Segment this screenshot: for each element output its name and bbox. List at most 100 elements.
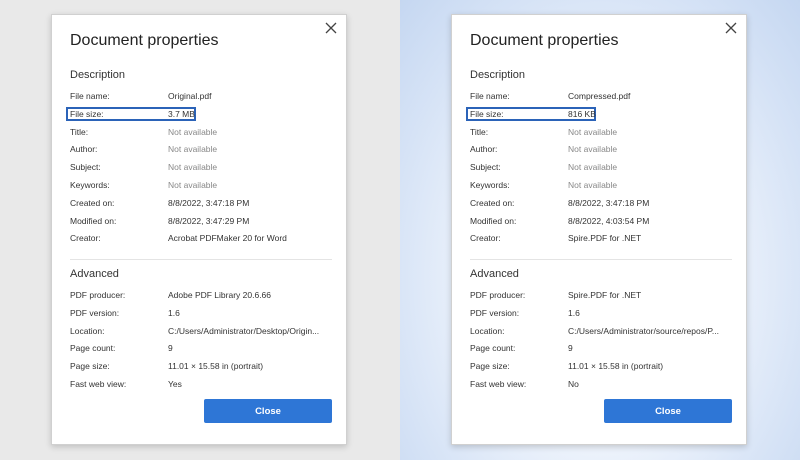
property-label: Title: bbox=[70, 126, 89, 137]
property-value: Not available bbox=[568, 180, 618, 190]
property-value: 1.6 bbox=[568, 307, 580, 318]
right-background: Document properties Description File name… bbox=[400, 0, 800, 460]
close-button[interactable]: Close bbox=[604, 399, 732, 423]
property-label: Subject: bbox=[70, 162, 101, 173]
property-row: PDF version: 1.6 bbox=[70, 306, 330, 322]
close-icon[interactable] bbox=[724, 21, 738, 35]
property-value: 3.7 MB bbox=[168, 108, 195, 119]
property-label: File name: bbox=[470, 91, 510, 101]
property-value: C:/Users/Administrator/Desktop/Origin... bbox=[168, 325, 320, 336]
property-row: Location: C:/Users/Administrator/Desktop… bbox=[70, 324, 330, 340]
property-row: File size: 816 KB bbox=[466, 106, 730, 123]
property-value: Not available bbox=[568, 144, 618, 155]
document-properties-dialog-original: Document properties Description File name… bbox=[51, 14, 347, 445]
property-label: Subject: bbox=[470, 162, 501, 173]
property-row: Created on: 8/8/2022, 3:47:18 PM bbox=[470, 196, 730, 212]
property-label: Author: bbox=[70, 144, 98, 155]
property-row: Keywords: Not available bbox=[70, 178, 330, 194]
property-row: File name: Compressed.pdf bbox=[470, 89, 730, 105]
property-value: 1.6 bbox=[168, 307, 180, 318]
property-row: Page count: 9 bbox=[470, 341, 730, 357]
property-value: 11.01 × 15.58 in (portrait) bbox=[568, 361, 664, 372]
property-label: Page size: bbox=[70, 361, 110, 372]
property-label: File size: bbox=[70, 108, 104, 119]
property-label: Keywords: bbox=[470, 180, 510, 190]
property-label: Keywords: bbox=[70, 180, 110, 190]
property-label: PDF producer: bbox=[470, 290, 526, 300]
property-label: Creator: bbox=[70, 233, 101, 244]
property-value: Not available bbox=[168, 180, 218, 190]
property-value: C:/Users/Administrator/source/repos/P... bbox=[568, 325, 720, 336]
property-value: Not available bbox=[168, 144, 218, 155]
property-label: File size: bbox=[470, 108, 504, 119]
property-label: File name: bbox=[70, 91, 110, 101]
property-row: Subject: Not available bbox=[470, 160, 730, 176]
property-row: PDF version: 1.6 bbox=[470, 306, 730, 322]
property-label: Page count: bbox=[70, 343, 116, 354]
property-label: Creator: bbox=[470, 233, 501, 244]
property-row: Subject: Not available bbox=[70, 160, 330, 176]
property-row: Title: Not available bbox=[470, 125, 730, 141]
property-row: Fast web view: No bbox=[470, 377, 730, 393]
advanced-heading: Advanced bbox=[470, 268, 519, 280]
property-label: Modified on: bbox=[70, 215, 117, 226]
property-label: PDF version: bbox=[70, 307, 120, 318]
property-label: Location: bbox=[70, 325, 105, 336]
property-value: Original.pdf bbox=[168, 91, 212, 101]
property-value: Not available bbox=[168, 162, 218, 173]
property-value: 9 bbox=[168, 343, 173, 354]
section-divider bbox=[70, 259, 332, 260]
section-divider bbox=[470, 259, 732, 260]
property-value: Yes bbox=[168, 379, 182, 389]
property-value: No bbox=[568, 379, 579, 389]
property-row: Creator: Acrobat PDFMaker 20 for Word bbox=[70, 231, 330, 247]
property-label: PDF version: bbox=[470, 307, 520, 318]
close-button[interactable]: Close bbox=[204, 399, 332, 423]
dialog-title: Document properties bbox=[70, 32, 219, 49]
left-background: Document properties Description File name… bbox=[0, 0, 400, 460]
property-row: Author: Not available bbox=[470, 142, 730, 158]
property-row: Keywords: Not available bbox=[470, 178, 730, 194]
close-icon[interactable] bbox=[324, 21, 338, 35]
description-heading: Description bbox=[70, 69, 126, 81]
property-label: Modified on: bbox=[470, 215, 517, 226]
property-label: Fast web view: bbox=[470, 379, 527, 389]
property-label: Location: bbox=[470, 325, 505, 336]
property-row: Modified on: 8/8/2022, 3:47:29 PM bbox=[70, 214, 330, 230]
property-label: Author: bbox=[470, 144, 498, 155]
property-value: 8/8/2022, 3:47:18 PM bbox=[568, 197, 650, 208]
property-value: Spire.PDF for .NET bbox=[568, 233, 642, 244]
property-row: PDF producer: Spire.PDF for .NET bbox=[470, 288, 730, 304]
property-row: Author: Not available bbox=[70, 142, 330, 158]
property-value: 8/8/2022, 3:47:18 PM bbox=[168, 197, 250, 208]
description-heading: Description bbox=[470, 69, 526, 81]
property-value: Acrobat PDFMaker 20 for Word bbox=[168, 233, 287, 244]
property-row: Created on: 8/8/2022, 3:47:18 PM bbox=[70, 196, 330, 212]
property-value: Compressed.pdf bbox=[568, 91, 631, 101]
property-label: PDF producer: bbox=[70, 290, 126, 300]
property-value: Spire.PDF for .NET bbox=[568, 290, 642, 300]
property-value: 8/8/2022, 3:47:29 PM bbox=[168, 215, 250, 226]
document-properties-dialog-compressed: Document properties Description File name… bbox=[451, 14, 747, 445]
property-row: Fast web view: Yes bbox=[70, 377, 330, 393]
property-row: Title: Not available bbox=[70, 125, 330, 141]
property-label: Created on: bbox=[470, 197, 515, 208]
property-label: Fast web view: bbox=[70, 379, 127, 389]
property-label: Page size: bbox=[470, 361, 510, 372]
property-label: Created on: bbox=[70, 197, 115, 208]
property-row: Page size: 11.01 × 15.58 in (portrait) bbox=[470, 359, 730, 375]
advanced-heading: Advanced bbox=[70, 268, 119, 280]
property-value: 11.01 × 15.58 in (portrait) bbox=[168, 361, 264, 372]
property-row: PDF producer: Adobe PDF Library 20.6.66 bbox=[70, 288, 330, 304]
property-label: Page count: bbox=[470, 343, 516, 354]
property-value: Not available bbox=[168, 126, 218, 137]
property-row: Location: C:/Users/Administrator/source/… bbox=[470, 324, 730, 340]
property-value: 816 KB bbox=[568, 108, 596, 119]
property-value: 8/8/2022, 4:03:54 PM bbox=[568, 215, 650, 226]
dialog-title: Document properties bbox=[470, 32, 619, 49]
property-value: Not available bbox=[568, 126, 618, 137]
property-row: Page size: 11.01 × 15.58 in (portrait) bbox=[70, 359, 330, 375]
property-row: Page count: 9 bbox=[70, 341, 330, 357]
property-value: Not available bbox=[568, 162, 618, 173]
property-label: Title: bbox=[470, 126, 489, 137]
